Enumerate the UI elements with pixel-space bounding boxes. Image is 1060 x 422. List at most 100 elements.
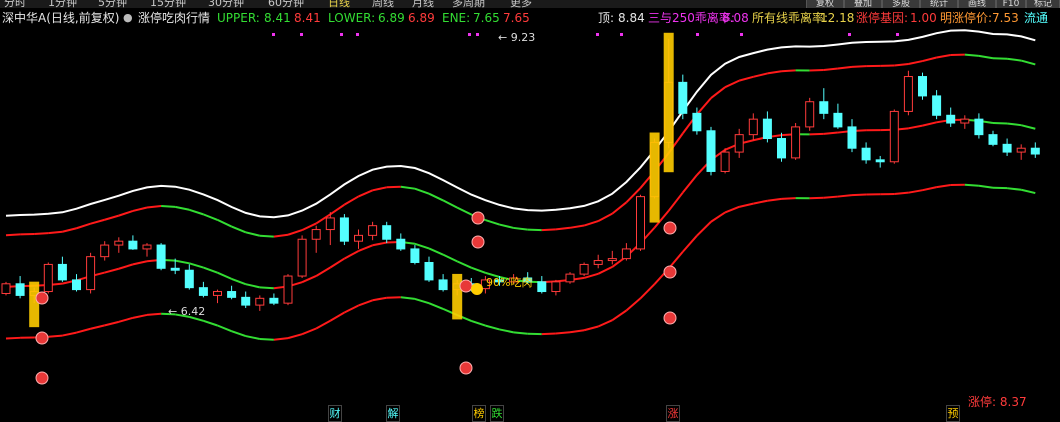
upper-band-segment [372, 186, 387, 192]
candle-body[interactable] [706, 130, 716, 172]
ene-band-segment [442, 253, 458, 263]
candle-body[interactable] [607, 258, 617, 262]
event-marker[interactable]: 涨 [666, 405, 680, 422]
lower-band-segment [245, 335, 261, 340]
ene-band-segment [809, 132, 824, 136]
candle-body[interactable] [932, 95, 942, 116]
candle-body[interactable] [255, 297, 265, 306]
candle-body[interactable] [748, 118, 758, 136]
candle-body[interactable] [128, 240, 138, 250]
lower-band-segment [639, 283, 656, 299]
ene-band-segment [922, 121, 937, 127]
candle-body[interactable] [988, 134, 998, 145]
candle-body[interactable] [57, 263, 67, 281]
candle-body[interactable] [692, 112, 702, 132]
candle-body[interactable] [424, 261, 434, 281]
candle-body[interactable] [1002, 143, 1012, 153]
event-marker[interactable]: 跌 [490, 405, 504, 422]
candle-body[interactable] [903, 76, 913, 112]
signal-ball-icon [663, 311, 677, 325]
candle-body[interactable] [636, 196, 645, 250]
candle-body[interactable] [734, 134, 744, 153]
candle-body[interactable] [791, 126, 801, 159]
candle-body[interactable] [43, 263, 53, 293]
lower-band-segment [583, 325, 599, 332]
candle-body[interactable] [15, 283, 25, 296]
upper-band-segment [611, 201, 628, 215]
candle-body[interactable] [593, 260, 603, 265]
candle-body[interactable] [833, 112, 843, 128]
candle-body[interactable] [819, 101, 829, 114]
candle-body[interactable] [889, 110, 899, 163]
upper-band-segment [908, 60, 923, 65]
candle-body[interactable] [565, 273, 575, 283]
candle-body[interactable] [805, 101, 815, 128]
lower-band-segment [710, 211, 726, 223]
lower-band-segment [964, 183, 979, 187]
lower-band-segment [978, 184, 994, 189]
candle-body[interactable] [100, 244, 110, 258]
candle-body[interactable] [621, 248, 631, 260]
lower-band-segment [62, 331, 77, 337]
candle-body[interactable] [382, 225, 392, 240]
event-marker[interactable]: 解 [386, 405, 400, 422]
upper-band-segment [118, 209, 134, 217]
candle-body[interactable] [142, 244, 152, 250]
candle-body[interactable] [762, 118, 772, 140]
kline-chart[interactable]: ← 9.23 ← 6.42 90%吃肉 [0, 0, 1060, 422]
upper-band-segment [358, 189, 373, 198]
candle-body[interactable] [1, 283, 11, 294]
candle-body[interactable] [283, 275, 293, 304]
candle-body[interactable] [847, 126, 857, 149]
candle-body[interactable] [875, 159, 885, 163]
lower-band-segment [625, 297, 642, 312]
candle-body[interactable] [227, 291, 237, 298]
candle-body[interactable] [297, 238, 307, 277]
candle-body[interactable] [241, 296, 251, 306]
candle-body[interactable] [678, 81, 688, 114]
candle-body[interactable] [72, 279, 81, 291]
candle-body[interactable] [579, 263, 589, 275]
candle-body[interactable] [537, 281, 547, 293]
event-marker[interactable]: 财 [328, 405, 342, 422]
candle-body[interactable] [156, 244, 166, 269]
candle-body[interactable] [170, 267, 180, 271]
candle-body[interactable] [410, 248, 420, 263]
candle-body[interactable] [1030, 147, 1040, 155]
candle-body[interactable] [396, 238, 406, 250]
upper-band-segment [710, 86, 726, 99]
ene-band-segment [104, 267, 120, 274]
candle-body[interactable] [960, 118, 970, 124]
candle-body[interactable] [777, 138, 786, 159]
candle-body[interactable] [325, 217, 335, 231]
signal-dot-top [468, 33, 471, 36]
ene-band-segment [189, 262, 204, 269]
candle-body[interactable] [86, 256, 96, 291]
candle-body[interactable] [339, 217, 349, 242]
candle-body[interactable] [269, 297, 279, 304]
candle-body[interactable] [311, 229, 321, 240]
low-price-label: ← 6.42 [168, 305, 205, 318]
candle-body[interactable] [354, 234, 363, 242]
signal-ball-icon [663, 265, 677, 279]
candle-body[interactable] [1016, 147, 1026, 153]
candle-body[interactable] [974, 118, 984, 136]
candle-body[interactable] [720, 151, 730, 172]
signal-dot-top [340, 33, 343, 36]
limit-up-bar [452, 273, 463, 320]
candle-body[interactable] [946, 114, 956, 124]
event-marker[interactable]: 榜 [472, 405, 486, 422]
candle-body[interactable] [213, 291, 222, 296]
candle-body[interactable] [551, 281, 561, 293]
event-marker[interactable]: 预 [946, 405, 960, 422]
candle-body[interactable] [438, 279, 448, 291]
upper-band-segment [287, 229, 303, 236]
candle-body[interactable] [918, 76, 927, 97]
candle-body[interactable] [861, 147, 871, 161]
candle-body[interactable] [198, 287, 208, 296]
candle-body[interactable] [368, 225, 378, 236]
upper-band-segment [400, 185, 416, 190]
candle-body[interactable] [114, 240, 124, 246]
candle-body[interactable] [184, 269, 194, 289]
lower-band-segment [908, 189, 923, 194]
